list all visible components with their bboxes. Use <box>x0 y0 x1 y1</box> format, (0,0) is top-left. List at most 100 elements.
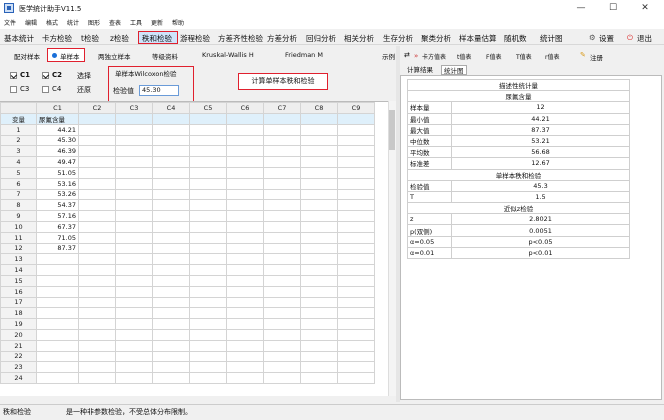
row-number[interactable]: 17 <box>0 296 37 309</box>
grid-cell[interactable] <box>115 361 153 374</box>
grid-cell[interactable] <box>263 350 301 363</box>
grid-cell[interactable]: 51.05 <box>36 166 79 179</box>
row-number[interactable]: 19 <box>0 318 37 330</box>
grid-cell[interactable] <box>263 166 301 179</box>
grid-cell[interactable] <box>78 318 116 330</box>
column-header[interactable]: C1 <box>36 102 79 114</box>
menu-format[interactable]: 格式 <box>46 18 58 27</box>
grid-cell[interactable] <box>36 361 79 374</box>
table-f[interactable]: F值表 <box>486 52 501 61</box>
row-number[interactable]: 4 <box>0 156 37 168</box>
grid-cell[interactable]: 71.05 <box>36 231 79 244</box>
grid-cell[interactable] <box>300 112 338 125</box>
grid-cell[interactable]: 53.16 <box>36 177 79 190</box>
grid-cell[interactable] <box>36 285 79 298</box>
grid-cell[interactable] <box>36 296 79 309</box>
grid-cell[interactable] <box>263 328 301 341</box>
grid-cell[interactable] <box>226 339 264 352</box>
grid-cell[interactable] <box>78 339 116 352</box>
grid-cell[interactable] <box>300 134 338 147</box>
grid-cell[interactable] <box>263 307 301 320</box>
grid-cell[interactable] <box>115 134 153 147</box>
calculate-button[interactable]: 计算单样本秩和检验 <box>238 73 328 90</box>
variable-name-cell[interactable]: 尿氟含量 <box>36 112 79 125</box>
grid-cell[interactable] <box>226 210 264 222</box>
grid-cell[interactable] <box>263 253 301 266</box>
grid-cell[interactable] <box>337 253 375 266</box>
checkbox-c1[interactable] <box>10 72 17 79</box>
exit-button[interactable]: 退出 <box>637 33 652 44</box>
row-number[interactable]: 18 <box>0 307 37 320</box>
grid-cell[interactable] <box>189 220 227 233</box>
grid-cell[interactable] <box>337 285 375 298</box>
column-header[interactable] <box>0 102 37 114</box>
tool-cluster[interactable]: 聚类分析 <box>421 33 451 44</box>
grid-cell[interactable] <box>115 220 153 233</box>
grid-cell[interactable]: 67.37 <box>36 220 79 233</box>
tool-anova[interactable]: 方差分析 <box>267 33 297 44</box>
column-header[interactable]: C6 <box>226 102 264 114</box>
grid-cell[interactable] <box>115 253 153 266</box>
grid-cell[interactable] <box>226 112 264 125</box>
column-header[interactable]: C8 <box>300 102 338 114</box>
grid-cell[interactable] <box>78 285 116 298</box>
row-number[interactable]: 3 <box>0 145 37 158</box>
grid-cell[interactable] <box>152 145 190 158</box>
grid-cell[interactable] <box>189 242 227 255</box>
row-number[interactable]: 24 <box>0 372 37 384</box>
row-number[interactable]: 15 <box>0 274 37 287</box>
register-button[interactable]: 注册 <box>590 52 603 62</box>
grid-cell[interactable] <box>152 220 190 233</box>
grid-cell[interactable] <box>115 350 153 363</box>
grid-cell[interactable] <box>115 307 153 320</box>
grid-cell[interactable] <box>152 231 190 244</box>
grid-cell[interactable] <box>115 274 153 287</box>
restore-button[interactable]: 还原 <box>77 85 91 95</box>
grid-cell[interactable] <box>152 188 190 201</box>
grid-cell[interactable] <box>115 339 153 352</box>
grid-cell[interactable] <box>115 145 153 158</box>
close-button[interactable]: ✕ <box>632 0 658 17</box>
grid-cell[interactable] <box>115 177 153 190</box>
menu-help[interactable]: 帮助 <box>172 18 184 27</box>
maximize-button[interactable]: ☐ <box>600 0 626 17</box>
grid-cell[interactable] <box>78 328 116 341</box>
grid-cell[interactable] <box>337 166 375 179</box>
grid-cell[interactable] <box>226 242 264 255</box>
grid-cell[interactable] <box>226 350 264 363</box>
grid-cell[interactable] <box>300 177 338 190</box>
grid-cell[interactable] <box>189 350 227 363</box>
grid-cell[interactable] <box>115 318 153 330</box>
tool-regression[interactable]: 回归分析 <box>306 33 336 44</box>
grid-cell[interactable] <box>152 177 190 190</box>
grid-cell[interactable] <box>263 188 301 201</box>
grid-cell[interactable] <box>78 307 116 320</box>
row-number[interactable]: 12 <box>0 242 37 255</box>
checkbox-c3[interactable] <box>10 86 17 93</box>
grid-cell[interactable] <box>300 231 338 244</box>
grid-cell[interactable] <box>337 372 375 384</box>
grid-cell[interactable] <box>226 220 264 233</box>
column-header[interactable]: C5 <box>189 102 227 114</box>
grid-cell[interactable] <box>152 134 190 147</box>
grid-cell[interactable] <box>78 123 116 136</box>
grid-cell[interactable] <box>189 231 227 244</box>
grid-cell[interactable] <box>115 296 153 309</box>
data-grid[interactable]: C1 C2 C3 C4 C5 C6 C7 C8 C9 变量 尿氟含量 1 44.21 2 45.30 3 46.… <box>0 101 388 396</box>
grid-cell[interactable] <box>115 231 153 244</box>
grid-cell[interactable] <box>189 339 227 352</box>
grid-cell[interactable] <box>337 296 375 309</box>
grid-cell[interactable] <box>300 210 338 222</box>
grid-cell[interactable] <box>36 274 79 287</box>
tool-runs-test[interactable]: 游程检验 <box>180 33 210 44</box>
grid-cell[interactable] <box>300 220 338 233</box>
grid-cell[interactable] <box>115 285 153 298</box>
grid-cell[interactable] <box>226 156 264 168</box>
grid-cell[interactable] <box>263 156 301 168</box>
row-number[interactable]: 14 <box>0 264 37 276</box>
grid-cell[interactable] <box>152 253 190 266</box>
grid-cell[interactable] <box>189 328 227 341</box>
grid-cell[interactable]: 87.37 <box>36 242 79 255</box>
grid-cell[interactable] <box>263 285 301 298</box>
row-number[interactable]: 13 <box>0 253 37 266</box>
